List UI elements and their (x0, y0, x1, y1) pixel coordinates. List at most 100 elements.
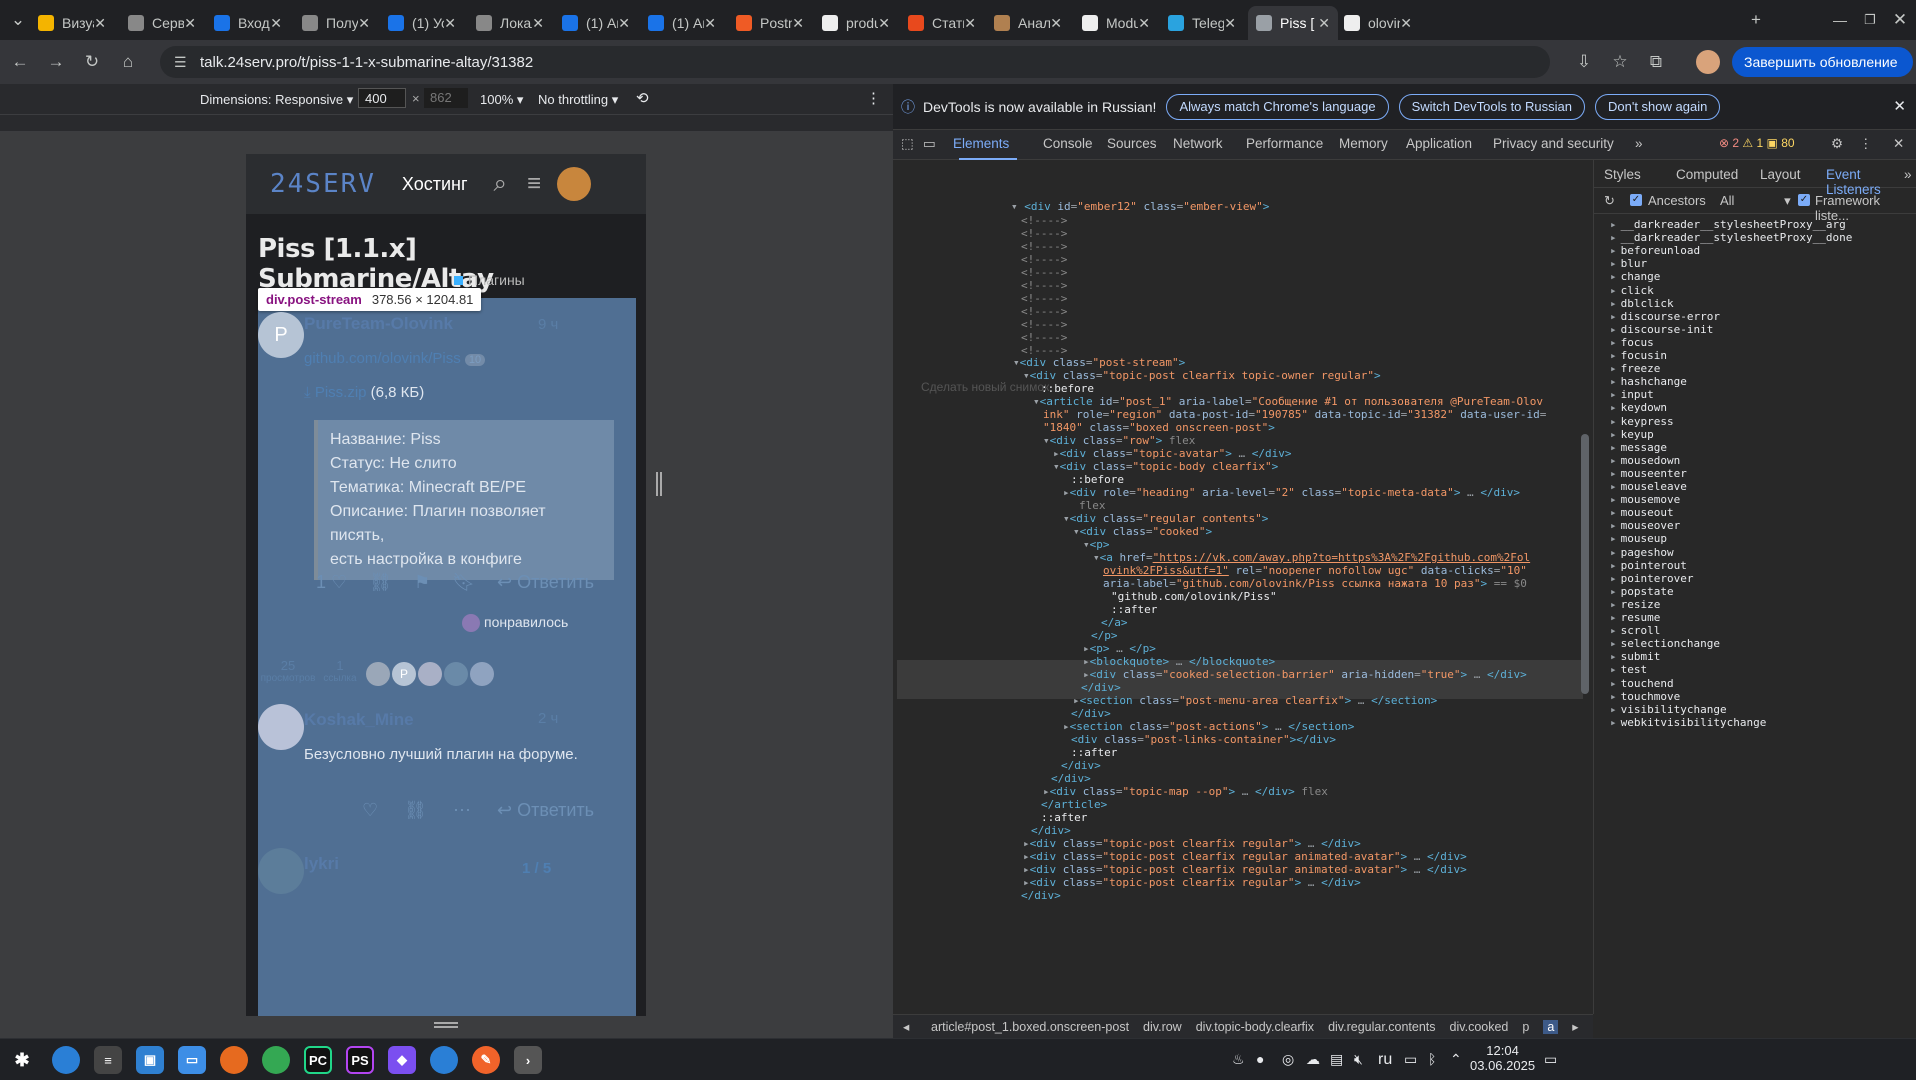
post3-avatar[interactable] (258, 848, 304, 894)
dom-line[interactable]: ::after (1071, 746, 1117, 759)
event-listener-item[interactable]: ▸ discourse-init (1610, 323, 1713, 336)
participant-avatar[interactable] (444, 662, 468, 686)
crumb-item[interactable]: div.topic-body.clearfix (1196, 1020, 1314, 1034)
tab-memory[interactable]: Memory (1339, 136, 1388, 151)
tab-computed[interactable]: Computed (1676, 167, 1738, 182)
issue-counters[interactable]: ⊗ 2 ⚠ 1 ▣ 80 (1719, 136, 1795, 150)
dom-line[interactable]: ▸<section class="post-menu-area clearfix… (1073, 694, 1437, 707)
dom-line[interactable]: ▾<div class="regular contents"> (1063, 512, 1268, 525)
dom-line[interactable]: ▾<p> (1083, 538, 1110, 551)
clock[interactable]: 12:04 03.06.2025 (1470, 1043, 1535, 1073)
obsidian-icon[interactable]: ◆ (388, 1046, 416, 1074)
crumb-item[interactable]: div.regular.contents (1328, 1020, 1435, 1034)
post3-username[interactable]: lykri (304, 854, 339, 874)
ancestors-checkbox[interactable]: ✓ (1630, 194, 1642, 206)
display-icon[interactable]: ▭ (1404, 1051, 1417, 1068)
crumb-right-icon[interactable]: ▸ (1572, 1019, 1578, 1034)
post2-time[interactable]: 2 ч (538, 710, 558, 727)
dom-line[interactable]: </p> (1091, 629, 1118, 642)
dom-line[interactable]: ▾<div class="topic-post clearfix topic-o… (1023, 369, 1381, 382)
flag-icon[interactable]: ⚑ (414, 572, 430, 593)
browser-tab[interactable]: Входя✕ (206, 6, 290, 40)
dom-line[interactable]: "1840" class="boxed onscreen-post"> (1043, 421, 1275, 434)
dom-line[interactable]: <!----> (1021, 331, 1067, 344)
browser-tab[interactable]: Визуа✕ (30, 6, 114, 40)
browser-tab[interactable]: Получ✕ (294, 6, 378, 40)
dom-scrollbar[interactable] (1581, 164, 1589, 1002)
event-listener-item[interactable]: ▸ mouseout (1610, 506, 1674, 519)
event-listener-item[interactable]: ▸ change (1610, 270, 1660, 283)
event-listener-item[interactable]: ▸ message (1610, 441, 1667, 454)
topic-progress[interactable]: 1 / 5 (522, 860, 551, 877)
event-listener-item[interactable]: ▸ dblclick (1610, 297, 1674, 310)
crumb-item[interactable]: p (1522, 1020, 1529, 1034)
tab-application[interactable]: Application (1406, 136, 1472, 151)
switch-russian-button[interactable]: Switch DevTools to Russian (1398, 93, 1585, 120)
dom-line[interactable]: <!----> (1021, 266, 1067, 279)
dom-line[interactable]: ▾<div class="topic-body clearfix"> (1053, 460, 1278, 473)
event-listener-item[interactable]: ▸ popstate (1610, 585, 1674, 598)
framework-checkbox[interactable]: ✓ (1798, 194, 1810, 206)
store-icon[interactable]: ▣ (136, 1046, 164, 1074)
post1-attachment[interactable]: ⤓ Piss.zip (6,8 КБ) (304, 384, 424, 401)
dom-line[interactable]: ▸<div class="topic-post clearfix regular… (1023, 837, 1361, 850)
tab-close-icon[interactable]: ✕ (964, 15, 976, 32)
browser-tab[interactable]: Локал✕ (468, 6, 552, 40)
dom-line[interactable]: ▾<div class="post-stream"> (1013, 356, 1185, 369)
dom-line[interactable]: </article> (1041, 798, 1107, 811)
dom-line[interactable]: ::before (1041, 382, 1094, 395)
tab-close-icon[interactable]: ✕ (270, 15, 282, 32)
dom-line[interactable]: ::after (1041, 811, 1087, 824)
participant-avatar[interactable]: P (392, 662, 416, 686)
tab-close-icon[interactable]: ✕ (1318, 15, 1330, 32)
back-icon[interactable]: ← (8, 50, 32, 74)
more-icon[interactable]: ⋯ (453, 800, 471, 821)
dom-line[interactable]: flex (1079, 499, 1106, 512)
event-listener-item[interactable]: ▸ hashchange (1610, 375, 1687, 388)
event-listener-item[interactable]: ▸ webkitvisibilitychange (1610, 716, 1766, 729)
home-icon[interactable]: ⌂ (116, 50, 140, 74)
chrome-tray-icon[interactable]: ● (1256, 1051, 1264, 1067)
pen-app-icon[interactable]: ✎ (472, 1046, 500, 1074)
pycharm-icon[interactable]: PC (304, 1046, 332, 1074)
forward-icon[interactable]: → (44, 50, 68, 74)
bluetooth-icon[interactable]: ᛒ (1428, 1051, 1436, 1067)
post2-username[interactable]: Koshak_Mine (304, 710, 414, 730)
resize-handle-bottom[interactable] (434, 1022, 458, 1028)
extensions-icon[interactable]: ⧉ (1644, 50, 1668, 74)
event-listener-item[interactable]: ▸ resize (1610, 598, 1660, 611)
crumb-item[interactable]: article#post_1.boxed.onscreen-post (931, 1020, 1129, 1034)
dont-show-button[interactable]: Don't show again (1595, 93, 1721, 120)
browser-tab[interactable]: Piss [✕ (1248, 6, 1338, 40)
event-listener-item[interactable]: ▸ resume (1610, 611, 1660, 624)
tab-close-icon[interactable]: ✕ (878, 15, 890, 32)
event-listener-item[interactable]: ▸ blur (1610, 257, 1647, 270)
dom-line[interactable]: <!----> (1021, 214, 1067, 227)
dom-line[interactable]: <!----> (1021, 292, 1067, 305)
event-listener-item[interactable]: ▸ mousemove (1610, 493, 1680, 506)
hamburger-icon[interactable]: ≡ (527, 170, 541, 198)
reply-button[interactable]: ↩ Ответить (497, 800, 594, 821)
tray-icon[interactable]: ◎ (1282, 1051, 1294, 1068)
like-button[interactable]: ♡ (362, 800, 378, 821)
dimensions-select[interactable]: Dimensions: Responsive ▾ (200, 92, 353, 108)
event-listener-item[interactable]: ▸ test (1610, 663, 1647, 676)
tab-privacy[interactable]: Privacy and security (1493, 136, 1614, 151)
height-input[interactable]: 862 (424, 88, 468, 108)
media-query-ruler[interactable] (0, 114, 893, 132)
tab-close-icon[interactable]: ✕ (1050, 15, 1062, 32)
browser-tab[interactable]: produ ✕ (814, 6, 898, 40)
settings-gear-icon[interactable]: ⚙ (1831, 136, 1843, 152)
dom-line[interactable]: ▸<div class="cooked-selection-barrier" a… (1083, 668, 1527, 681)
tab-close-icon[interactable]: ✕ (532, 15, 544, 32)
dom-line[interactable]: ▾<div class="cooked"> (1073, 525, 1212, 538)
profile-avatar[interactable] (1696, 50, 1720, 74)
event-listener-item[interactable]: ▸ submit (1610, 650, 1660, 663)
install-app-icon[interactable]: ⇩ (1572, 50, 1596, 74)
tab-close-icon[interactable]: ✕ (704, 15, 716, 32)
event-listener-item[interactable]: ▸ pointerover (1610, 572, 1693, 585)
event-listener-item[interactable]: ▸ keyup (1610, 428, 1654, 441)
dom-line[interactable]: ▸<blockquote> … </blockquote> (1083, 655, 1275, 668)
bookmark-star-icon[interactable]: ☆ (1608, 50, 1632, 74)
dom-line[interactable]: <!----> (1021, 227, 1067, 240)
